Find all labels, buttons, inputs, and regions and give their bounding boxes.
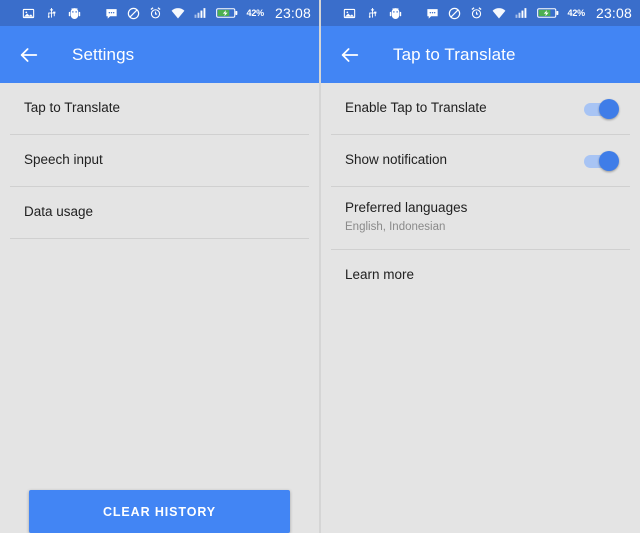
list-item-subtitle: English, Indonesian: [345, 220, 446, 233]
signal-icon: [194, 7, 207, 19]
status-bar-right-icons: 42% 23:08: [426, 5, 632, 21]
usb-icon: [367, 6, 378, 20]
list-divider: [10, 238, 309, 239]
status-bar-left: 42% 23:08: [0, 0, 319, 26]
battery-charging-icon: [215, 7, 238, 19]
list-item-title: Speech input: [24, 152, 103, 168]
list-item-text: Learn more: [345, 267, 624, 284]
sms-icon: [426, 7, 439, 20]
settings-list: Tap to Translate Speech input Data usage…: [0, 83, 319, 533]
status-bar-right-icons: 42% 23:08: [105, 5, 311, 21]
list-item-learn-more[interactable]: Learn more: [321, 250, 640, 301]
tap-to-translate-list: Enable Tap to Translate Show notificatio…: [321, 83, 640, 533]
arrow-back-icon[interactable]: [16, 42, 42, 68]
toggle-show-notification[interactable]: [584, 150, 619, 171]
bottom-action-bar: CLEAR HISTORY: [0, 480, 319, 533]
usb-icon: [46, 6, 57, 20]
list-item-text: Enable Tap to Translate: [345, 100, 584, 117]
arrow-back-icon[interactable]: [337, 42, 363, 68]
alarm-icon: [470, 6, 483, 20]
battery-percent-label: 42%: [567, 8, 586, 18]
list-item-data-usage[interactable]: Data usage: [0, 187, 319, 238]
list-item-title: Show notification: [345, 152, 448, 168]
page-title: Settings: [72, 44, 135, 64]
image-icon: [343, 7, 356, 20]
wifi-icon: [492, 7, 506, 19]
battery-charging-icon: [536, 7, 559, 19]
list-item-text: Data usage: [24, 204, 303, 221]
appbar-right: Tap to Translate: [321, 26, 640, 83]
status-bar-clock: 23:08: [274, 5, 311, 21]
image-icon: [22, 7, 35, 20]
status-bar-left-icons: [22, 6, 81, 20]
status-bar-right: 42% 23:08: [321, 0, 640, 26]
list-item-text: Show notification: [345, 152, 584, 169]
list-item-preferred-languages[interactable]: Preferred languages English, Indonesian: [321, 187, 640, 249]
list-item-title: Preferred languages: [345, 200, 468, 215]
list-item-title: Tap to Translate: [24, 100, 121, 116]
android-debug-icon: [389, 6, 402, 20]
do-not-disturb-icon: [448, 7, 461, 20]
wifi-icon: [171, 7, 185, 19]
android-debug-icon: [68, 6, 81, 20]
sms-icon: [105, 7, 118, 20]
list-item-text: Speech input: [24, 152, 303, 169]
list-item-tap-to-translate[interactable]: Tap to Translate: [0, 83, 319, 134]
list-item-enable-tap-to-translate[interactable]: Enable Tap to Translate: [321, 83, 640, 134]
page-title: Tap to Translate: [393, 44, 516, 64]
do-not-disturb-icon: [127, 7, 140, 20]
list-item-title: Learn more: [345, 267, 415, 283]
status-bar-left-icons: [343, 6, 402, 20]
list-item-title: Enable Tap to Translate: [345, 100, 487, 116]
list-item-text: Preferred languages English, Indonesian: [345, 200, 624, 234]
appbar-left: Settings: [0, 26, 319, 83]
list-item-speech-input[interactable]: Speech input: [0, 135, 319, 186]
status-bar-clock: 23:08: [595, 5, 632, 21]
alarm-icon: [149, 6, 162, 20]
clear-history-button[interactable]: CLEAR HISTORY: [29, 490, 290, 533]
toggle-thumb: [599, 150, 619, 171]
battery-percent-label: 42%: [246, 8, 265, 18]
list-item-show-notification[interactable]: Show notification: [321, 135, 640, 186]
right-screen: 42% 23:08 Tap to Translate Enable Tap to…: [321, 0, 640, 533]
signal-icon: [515, 7, 528, 19]
toggle-enable-tap-to-translate[interactable]: [584, 98, 619, 119]
list-item-title: Data usage: [24, 204, 94, 220]
toggle-thumb: [599, 98, 619, 119]
dual-screenshot-container: 42% 23:08 Settings Tap to Translate Spee…: [0, 0, 640, 533]
list-item-text: Tap to Translate: [24, 100, 303, 117]
left-screen: 42% 23:08 Settings Tap to Translate Spee…: [0, 0, 319, 533]
